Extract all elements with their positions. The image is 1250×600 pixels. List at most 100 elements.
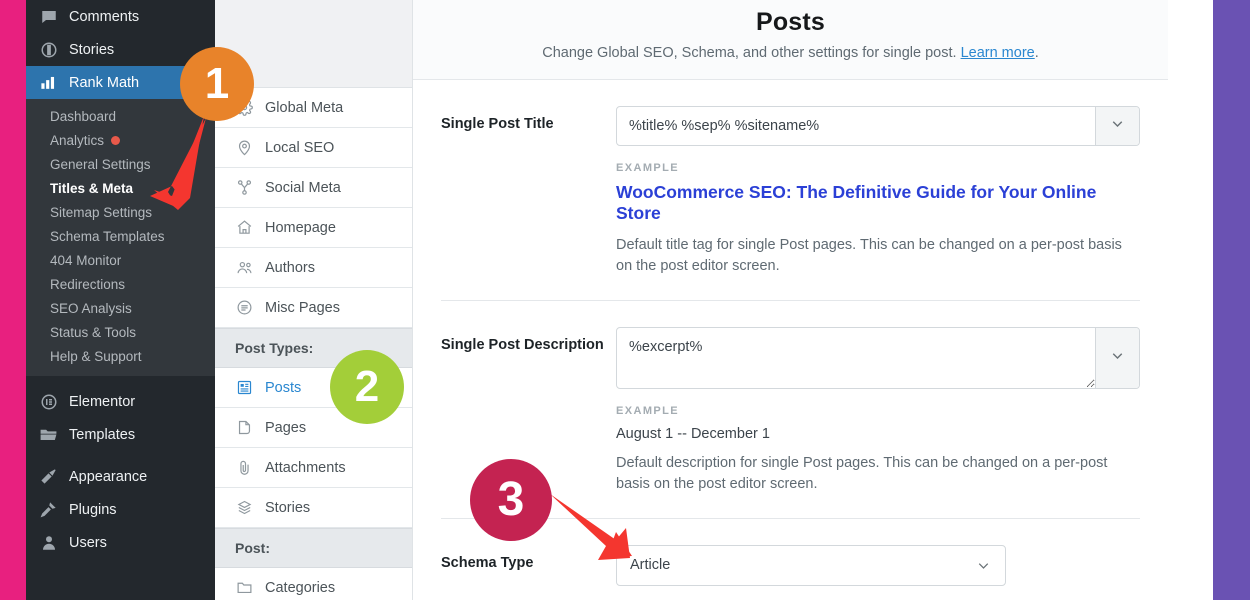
wp-admin-sidebar: Comments Stories Rank Math Dashboard Ana… — [26, 0, 215, 600]
sidebar-item-label: Appearance — [69, 468, 148, 485]
nav-section-header-post: Post: — [215, 528, 412, 568]
single-post-description-variable-dropdown-button[interactable] — [1095, 327, 1139, 388]
submenu-item-dashboard[interactable]: Dashboard — [26, 104, 215, 128]
nav-item-global-meta[interactable]: Global Meta — [215, 88, 412, 128]
single-post-title-input[interactable] — [617, 107, 1095, 145]
submenu-item-sitemap-settings[interactable]: Sitemap Settings — [26, 200, 215, 224]
learn-more-link[interactable]: Learn more — [961, 45, 1035, 61]
share-icon — [235, 178, 254, 197]
schema-type-select[interactable]: Article — [616, 544, 1006, 586]
settings-form: Single Post Title EXAMPLE WooCommerce SE… — [413, 80, 1168, 600]
chevron-down-icon — [975, 557, 992, 574]
nav-item-label: Social Meta — [265, 179, 341, 196]
plug-icon — [38, 499, 59, 520]
sidebar-item-stories[interactable]: Stories — [26, 33, 215, 66]
nav-panel-top-spacer — [215, 0, 412, 88]
submenu-item-status-tools[interactable]: Status & Tools — [26, 320, 215, 344]
nav-item-label: Pages — [265, 419, 307, 436]
sidebar-item-comments[interactable]: Comments — [26, 0, 215, 33]
nav-item-authors[interactable]: Authors — [215, 248, 412, 288]
sidebar-item-elementor[interactable]: Elementor — [26, 385, 215, 418]
nav-item-categories[interactable]: Categories — [215, 568, 412, 600]
field-control: EXAMPLE August 1 -- December 1 Default d… — [616, 326, 1140, 496]
submenu-item-analytics[interactable]: Analytics — [26, 128, 215, 152]
screenshot-root: Comments Stories Rank Math Dashboard Ana… — [0, 0, 1250, 600]
field-help-text: Default description for single Post page… — [616, 454, 1108, 493]
page-icon — [235, 418, 254, 437]
user-icon — [38, 532, 59, 553]
submenu-label: Help & Support — [50, 348, 142, 364]
analytics-notification-dot — [111, 135, 121, 145]
page-header: Posts Change Global SEO, Schema, and oth… — [413, 0, 1168, 80]
field-single-post-description: Single Post Description EXAMPLE August 1… — [441, 301, 1140, 519]
submenu-item-schema-templates[interactable]: Schema Templates — [26, 224, 215, 248]
field-control: EXAMPLE WooCommerce SEO: The Definitive … — [616, 106, 1140, 278]
brush-icon — [38, 466, 59, 487]
submenu-label: Schema Templates — [50, 228, 165, 244]
home-icon — [235, 218, 254, 237]
sidebar-item-appearance[interactable]: Appearance — [26, 460, 215, 493]
single-post-title-variable-dropdown-button[interactable] — [1095, 107, 1139, 145]
submenu-item-help-support[interactable]: Help & Support — [26, 344, 215, 368]
nav-item-label: Local SEO — [265, 139, 335, 156]
field-schema-type: Schema Type Article — [441, 519, 1140, 600]
nav-item-posts[interactable]: Posts — [215, 368, 412, 408]
posts-icon — [235, 378, 254, 397]
page-subtitle-suffix: . — [1034, 45, 1039, 61]
sidebar-item-users[interactable]: Users — [26, 526, 215, 559]
titles-meta-nav-panel: Global Meta Local SEO Social Meta Homepa… — [215, 0, 413, 600]
comment-icon — [38, 6, 59, 27]
nav-item-label: Misc Pages — [265, 299, 340, 316]
nav-item-misc-pages[interactable]: Misc Pages — [215, 288, 412, 328]
sidebar-item-label: Plugins — [69, 501, 117, 518]
single-post-description-textarea[interactable] — [617, 327, 1095, 388]
sidebar-item-label: Rank Math — [69, 74, 140, 91]
map-pin-icon — [235, 138, 254, 157]
nav-item-local-seo[interactable]: Local SEO — [215, 128, 412, 168]
nav-item-label: Homepage — [265, 219, 336, 236]
nav-section-header-post-types: Post Types: — [215, 328, 412, 368]
nav-item-attachments[interactable]: Attachments — [215, 448, 412, 488]
paperclip-icon — [235, 458, 254, 477]
users-icon — [235, 258, 254, 277]
submenu-label: General Settings — [50, 156, 151, 172]
example-title-preview: WooCommerce SEO: The Definitive Guide fo… — [616, 182, 1097, 223]
sidebar-separator-1 — [26, 376, 215, 385]
sidebar-item-plugins[interactable]: Plugins — [26, 493, 215, 526]
submenu-label: 404 Monitor — [50, 252, 122, 268]
schema-type-selected-value: Article — [630, 557, 671, 574]
stories-icon — [38, 39, 59, 60]
rank-math-submenu: Dashboard Analytics General Settings Tit… — [26, 99, 215, 376]
nav-item-social-meta[interactable]: Social Meta — [215, 168, 412, 208]
rank-math-icon — [38, 72, 59, 93]
folder-outline-icon — [235, 578, 254, 597]
stories-stack-icon — [235, 498, 254, 517]
submenu-item-redirections[interactable]: Redirections — [26, 272, 215, 296]
submenu-item-general-settings[interactable]: General Settings — [26, 152, 215, 176]
sidebar-separator-2 — [26, 451, 215, 460]
example-label: EXAMPLE — [616, 404, 679, 417]
submenu-label: Titles & Meta — [50, 180, 134, 196]
submenu-label: SEO Analysis — [50, 300, 132, 316]
chevron-down-icon — [1109, 115, 1126, 137]
field-control: Article — [616, 544, 1140, 586]
sidebar-item-label: Elementor — [69, 393, 136, 410]
submenu-item-titles-meta[interactable]: Titles & Meta — [26, 176, 215, 200]
sidebar-item-rank-math[interactable]: Rank Math — [26, 66, 215, 99]
submenu-item-seo-analysis[interactable]: SEO Analysis — [26, 296, 215, 320]
nav-item-pages[interactable]: Pages — [215, 408, 412, 448]
single-post-description-input-wrap — [616, 326, 1140, 389]
nav-item-label: Global Meta — [265, 99, 344, 116]
nav-item-homepage[interactable]: Homepage — [215, 208, 412, 248]
submenu-label: Dashboard — [50, 108, 117, 124]
nav-item-label: Attachments — [265, 459, 346, 476]
sidebar-item-templates[interactable]: Templates — [26, 418, 215, 451]
sidebar-item-label: Users — [69, 534, 107, 551]
field-label: Single Post Title — [441, 116, 554, 132]
submenu-item-404-monitor[interactable]: 404 Monitor — [26, 248, 215, 272]
page-subtitle: Change Global SEO, Schema, and other set… — [433, 45, 1148, 61]
list-circle-icon — [235, 298, 254, 317]
right-edge-strip — [1213, 0, 1250, 600]
nav-item-stories[interactable]: Stories — [215, 488, 412, 528]
sidebar-item-label: Comments — [69, 8, 140, 25]
